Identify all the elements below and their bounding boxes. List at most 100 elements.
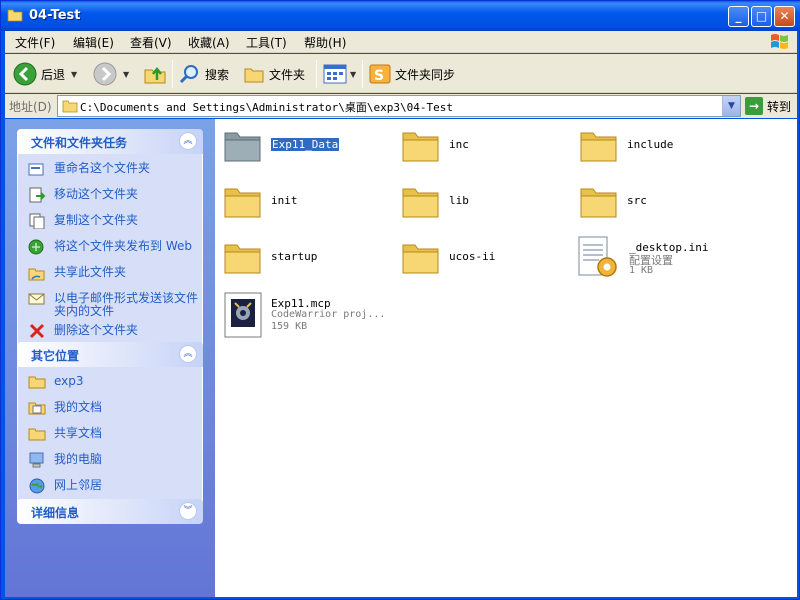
- file-name: src: [627, 194, 647, 207]
- file-name: startup: [271, 250, 318, 263]
- menu-tools[interactable]: 工具(T): [246, 34, 287, 51]
- settings-file-icon: [578, 236, 617, 277]
- folders-label: 文件夹: [269, 67, 306, 82]
- task-delete[interactable]: 删除这个文件夹: [28, 324, 202, 344]
- shared-documents-icon: [28, 428, 46, 441]
- publish-web-icon: [28, 239, 44, 255]
- task-copy[interactable]: 复制这个文件夹: [28, 213, 202, 234]
- my-documents-icon: [28, 402, 46, 415]
- forward-arrow-icon: [93, 62, 117, 86]
- toolbar-separator: [316, 60, 317, 88]
- windows-logo-icon: [771, 34, 788, 49]
- menu-help[interactable]: 帮助(H): [304, 34, 346, 51]
- folder-icon: [402, 188, 439, 218]
- file-name: init: [271, 194, 298, 207]
- folder-icon: [28, 376, 46, 389]
- maximize-button[interactable]: □: [751, 6, 772, 27]
- other-places-header[interactable]: 其它位置 ︽: [17, 342, 203, 367]
- svg-text:S: S: [374, 68, 384, 84]
- explorer-window: 04-Test _ □ ✕ 文件(F) 编辑(E) 查看(V) 收藏(A) 工具…: [0, 0, 800, 600]
- collapse-icon[interactable]: ︽: [179, 345, 197, 363]
- menu-bar: 文件(F) 编辑(E) 查看(V) 收藏(A) 工具(T) 帮助(H): [5, 31, 797, 53]
- file-tasks-panel: 文件和文件夹任务 ︽ 重命名这个文件夹 移动这个文件夹 复制这个文件夹 将这个文…: [17, 129, 203, 353]
- file-name: include: [627, 138, 674, 151]
- details-header[interactable]: 详细信息 ︾: [17, 499, 203, 524]
- folder-icon: [402, 244, 439, 274]
- network-places-icon: [29, 478, 45, 494]
- folders-icon: [244, 68, 264, 83]
- task-rename[interactable]: 重命名这个文件夹: [28, 162, 202, 182]
- folder-icon: [224, 244, 261, 274]
- place-my-computer[interactable]: 我的电脑: [28, 452, 202, 473]
- menu-file[interactable]: 文件(F): [15, 34, 55, 51]
- menu-favorites[interactable]: 收藏(A): [188, 34, 230, 51]
- details-panel: 详细信息 ︾: [17, 499, 203, 524]
- back-arrow-icon: [13, 62, 37, 86]
- task-share[interactable]: 共享此文件夹: [28, 266, 202, 286]
- collapse-icon[interactable]: ︽: [179, 132, 197, 150]
- other-places-panel: 其它位置 ︽ exp3 我的文档 共享文档 我的电脑 网上邻居: [17, 342, 203, 508]
- address-value: C:\Documents and Settings\Administrator\…: [80, 101, 453, 114]
- views-icon: [323, 64, 347, 84]
- file-name: Exp11_Data: [269, 137, 341, 152]
- expand-icon[interactable]: ︾: [179, 502, 197, 520]
- views-dropdown-icon[interactable]: ▼: [350, 70, 356, 79]
- address-dropdown-icon[interactable]: ▼: [722, 96, 740, 116]
- go-arrow-icon: →: [745, 97, 763, 115]
- share-icon: [28, 268, 45, 281]
- views-button[interactable]: ▼: [323, 61, 356, 87]
- close-button[interactable]: ✕: [774, 6, 795, 27]
- place-shared-documents[interactable]: 共享文档: [28, 427, 202, 447]
- my-computer-icon: [29, 452, 44, 468]
- search-button[interactable]: 搜索: [179, 61, 229, 87]
- folder-gray-icon: [224, 132, 261, 162]
- task-publish-web[interactable]: 将这个文件夹发布到 Web: [28, 239, 202, 260]
- file-tasks-header[interactable]: 文件和文件夹任务 ︽: [17, 129, 203, 154]
- file-tasks-title: 文件和文件夹任务: [31, 136, 128, 150]
- folder-icon: [7, 9, 23, 22]
- move-icon: [29, 187, 46, 203]
- folder-sync-icon: S: [369, 64, 391, 84]
- file-name: ucos-ii: [449, 250, 496, 263]
- details-title: 详细信息: [31, 506, 80, 520]
- file-list: Exp11_Data inc include init lib src star…: [215, 119, 797, 597]
- place-network[interactable]: 网上邻居: [28, 478, 202, 499]
- task-move[interactable]: 移动这个文件夹: [28, 187, 202, 208]
- rename-icon: [28, 163, 44, 176]
- task-pane: 文件和文件夹任务 ︽ 重命名这个文件夹 移动这个文件夹 复制这个文件夹 将这个文…: [5, 119, 215, 597]
- title-bar[interactable]: 04-Test _ □ ✕: [1, 1, 800, 31]
- folder-sync-label: 文件夹同步: [395, 67, 456, 82]
- address-bar: 地址(D) C:\Documents and Settings\Administ…: [5, 94, 797, 118]
- file-name: inc: [449, 138, 469, 151]
- back-button[interactable]: 后退 ▼: [13, 61, 77, 87]
- address-label: 地址(D): [9, 100, 52, 114]
- search-label: 搜索: [205, 67, 230, 82]
- menu-view[interactable]: 查看(V): [130, 34, 172, 51]
- toolbar-separator: [172, 60, 173, 88]
- search-icon: [179, 65, 198, 84]
- toolbar: 后退 ▼ ▼ 搜索 文件夹 ▼ S 文件夹同步: [5, 54, 797, 93]
- folders-button[interactable]: 文件夹: [243, 61, 305, 87]
- minimize-button[interactable]: _: [728, 6, 749, 27]
- up-folder-button[interactable]: [143, 61, 167, 87]
- go-button[interactable]: → 转到: [745, 96, 791, 116]
- delete-icon: [29, 323, 45, 339]
- address-input[interactable]: C:\Documents and Settings\Administrator\…: [57, 95, 741, 117]
- copy-icon: [29, 213, 45, 229]
- file-tasks-body: 重命名这个文件夹 移动这个文件夹 复制这个文件夹 将这个文件夹发布到 Web 共…: [17, 154, 203, 353]
- menu-edit[interactable]: 编辑(E): [73, 34, 114, 51]
- folder-sync-button[interactable]: S 文件夹同步: [369, 61, 455, 87]
- go-label: 转到: [767, 99, 792, 114]
- codewarrior-project-icon: [224, 292, 262, 338]
- window-title: 04-Test: [29, 8, 81, 23]
- file-size: 1 KB: [629, 265, 654, 276]
- folder-icon: [224, 188, 261, 218]
- folder-icon: [62, 100, 78, 113]
- place-my-documents[interactable]: 我的文档: [28, 401, 202, 421]
- forward-button[interactable]: ▼: [93, 61, 129, 87]
- forward-dropdown-icon[interactable]: ▼: [123, 70, 129, 79]
- task-email[interactable]: 以电子邮件形式发送该文件夹内的文件: [28, 292, 202, 318]
- back-dropdown-icon[interactable]: ▼: [71, 70, 77, 79]
- folder-icon: [580, 188, 617, 218]
- place-exp3[interactable]: exp3: [28, 375, 202, 395]
